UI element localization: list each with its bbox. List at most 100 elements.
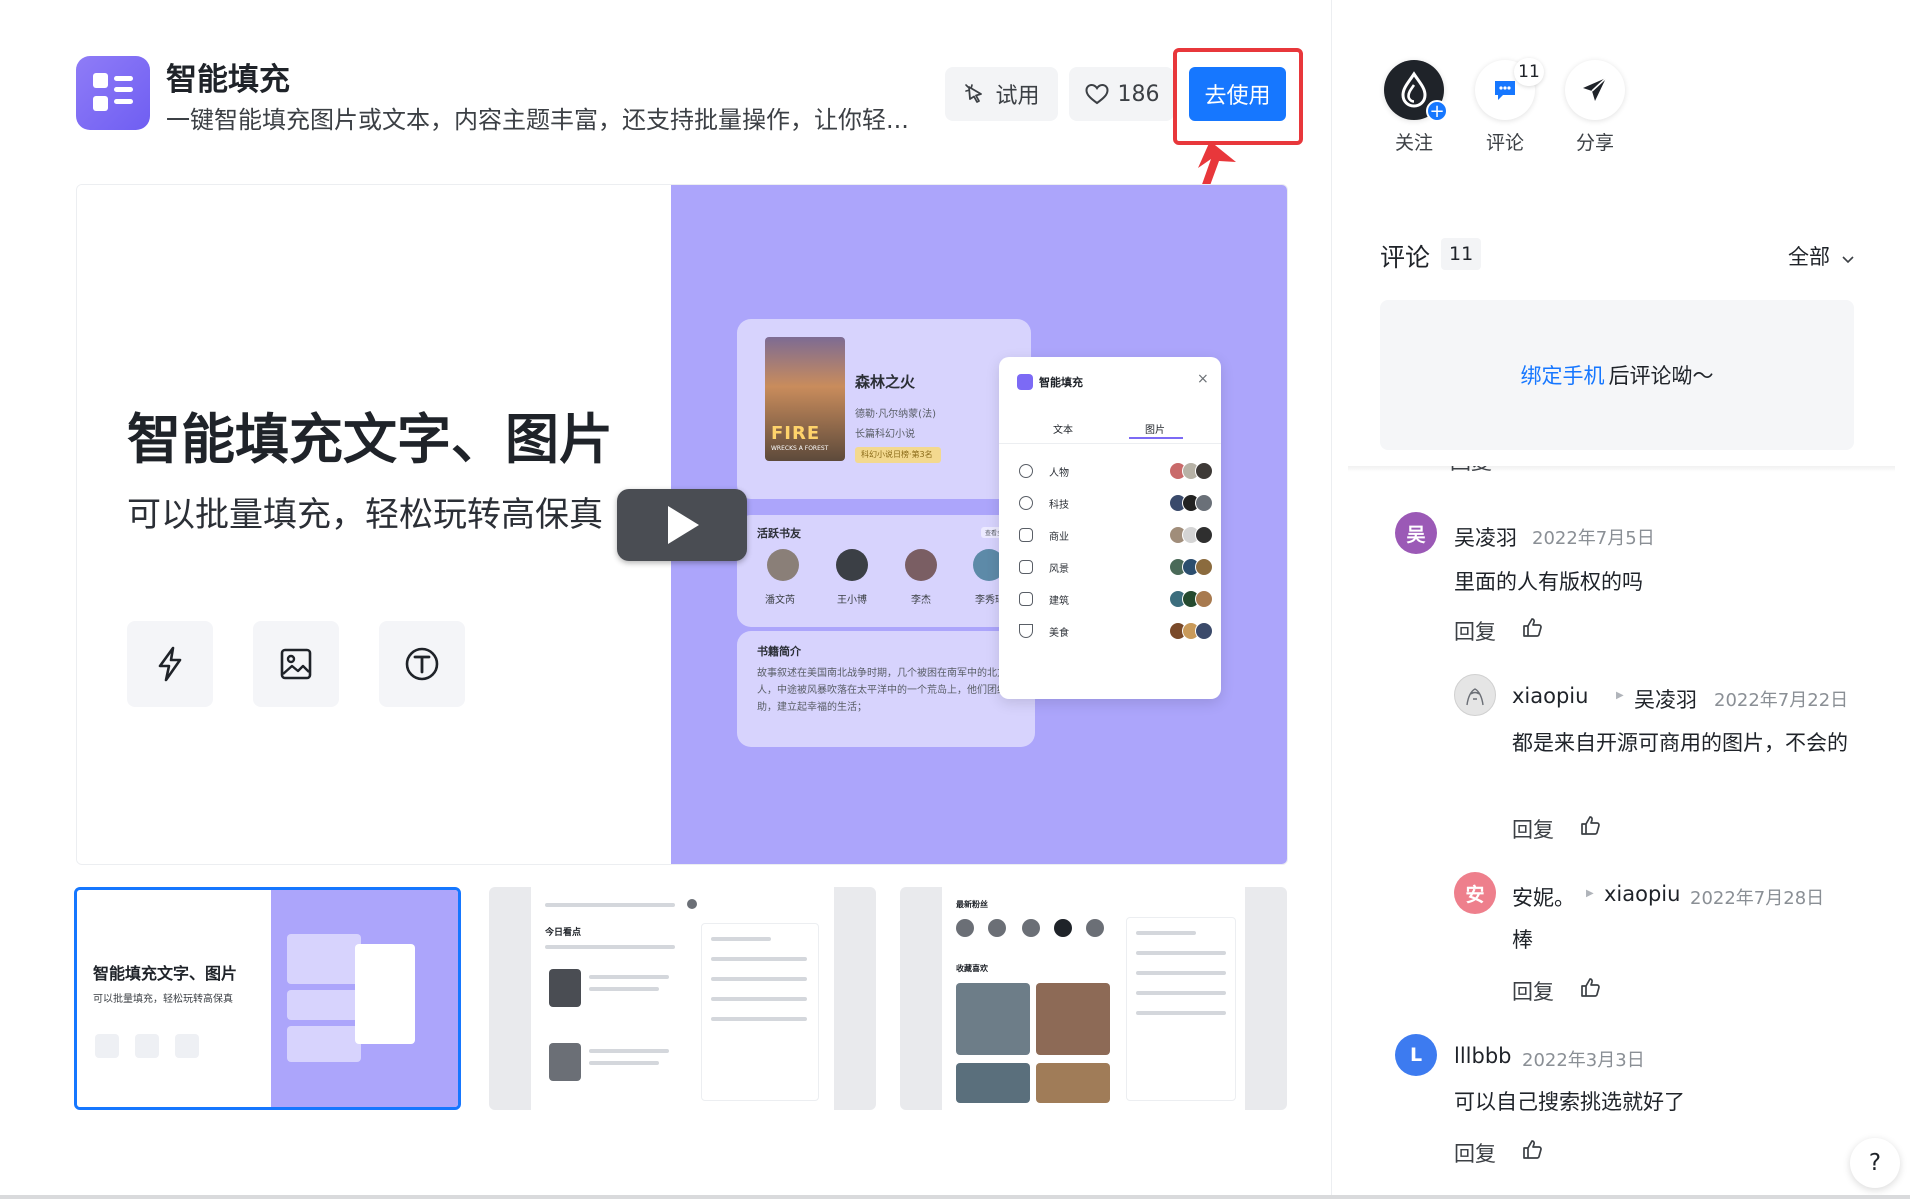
avatar[interactable] [1454, 674, 1496, 716]
building-icon [1019, 528, 1033, 542]
reader-avatar [905, 549, 937, 581]
comments-filter-dropdown[interactable]: 全部 [1788, 241, 1855, 271]
sample-avatars [1169, 494, 1219, 512]
bank-icon [1019, 592, 1033, 606]
panel-row-label: 人物 [1049, 468, 1069, 479]
avatar[interactable]: 安 [1454, 872, 1496, 914]
thumbnail-1-mockup [271, 890, 458, 1107]
person-icon [1019, 464, 1033, 478]
book-title: 森林之火 [855, 373, 916, 391]
try-button-label: 试用 [995, 84, 1040, 109]
try-button[interactable]: 试用 [945, 67, 1058, 121]
panel-row-scenery: 风景 [1019, 557, 1213, 577]
book-genre: 长篇科幻小说 [855, 429, 915, 440]
comment-label: 评论 [1485, 132, 1524, 154]
panel-row-architecture: 建筑 [1019, 589, 1213, 609]
comment-author[interactable]: 吴凌羽 [1454, 522, 1517, 552]
reader-name: 潘文芮 [765, 595, 795, 606]
use-button[interactable]: 去使用 [1189, 67, 1286, 121]
reply-link[interactable]: 回复 [1512, 976, 1554, 1006]
hero-headline: 智能填充文字、图片 [127, 408, 613, 471]
panel-logo-icon [1017, 374, 1033, 390]
reply-link[interactable]: 回复 [1512, 814, 1554, 844]
play-button[interactable] [617, 489, 747, 561]
hero-text-area: 智能填充文字、图片 可以批量填充，轻松玩转高保真 [77, 185, 671, 864]
panel-row-tech: 科技 [1019, 493, 1213, 513]
comment-author[interactable]: lllbbb [1454, 1044, 1512, 1068]
reply-to-user[interactable]: xiaopiu [1604, 882, 1680, 906]
sample-avatars [1169, 462, 1219, 480]
follow-label: 关注 [1394, 132, 1433, 154]
sample-avatars [1169, 590, 1219, 608]
reader-avatar [767, 549, 799, 581]
smart-fill-panel: 智能填充 × 文本 图片 人物 科技 商业 风景 建筑 美食 [999, 357, 1221, 699]
comments-thread[interactable]: 回复 吴 吴凌羽 2022年7月5日 里面的人有版权的吗 回复 xiaopiu … [1332, 466, 1910, 1199]
avatar[interactable]: L [1395, 1034, 1437, 1076]
panel-tab-image: 图片 [1145, 425, 1165, 436]
panel-row-business: 商业 [1019, 525, 1213, 545]
thumbnail-3-top-section: 最新粉丝 [956, 900, 988, 909]
like-count: 186 [1117, 81, 1160, 107]
comment-date: 2022年7月22日 [1714, 690, 1849, 711]
book-cover-subtitle: WRECKS A FOREST [771, 445, 829, 452]
feature-lightning-tile [127, 621, 213, 707]
image-icon [280, 648, 312, 680]
book-author: 德勒·凡尔纳蒙(法) [855, 409, 936, 420]
panel-divider [999, 443, 1221, 444]
reply-link[interactable]: 回复 [1454, 616, 1496, 646]
bind-phone-link[interactable]: 绑定手机 [1521, 360, 1605, 390]
feature-text-tile [379, 621, 465, 707]
thumbnail-2[interactable]: 今日看点 [489, 887, 876, 1110]
help-button[interactable]: ? [1850, 1138, 1900, 1188]
chat-bubble-icon [1495, 81, 1515, 100]
panel-row-label: 美食 [1049, 628, 1069, 639]
hero-subline: 可以批量填充，轻松玩转高保真 [127, 495, 603, 535]
truncated-reply-link[interactable]: 回复 [1450, 466, 1492, 476]
book-cover: FIRE WRECKS A FOREST [765, 337, 845, 461]
thumbnail-3[interactable]: 最新粉丝 收藏喜欢 [900, 887, 1287, 1110]
feature-image-tile [253, 621, 339, 707]
thumbnail-1[interactable]: 智能填充文字、图片 可以批量填充，轻松玩转高保真 [74, 887, 461, 1110]
comments-count: 11 [1441, 238, 1482, 270]
preview-hero[interactable]: 智能填充文字、图片 可以批量填充，轻松玩转高保真 FIRE WRECKS A F… [76, 184, 1288, 865]
app-title: 智能填充 [166, 62, 290, 98]
book-intro-text: 故事叙述在美国南北战争时期，几个被困在南军中的北方人，中途被风暴吹落在太平洋中的… [757, 668, 1017, 713]
comment-author[interactable]: xiaopiu [1512, 684, 1588, 708]
thumbs-up-icon[interactable] [1520, 1138, 1544, 1162]
reader-name: 李杰 [911, 595, 931, 606]
cursor-click-icon [965, 84, 983, 103]
close-icon: × [1197, 371, 1209, 387]
thumbs-up-icon[interactable] [1578, 976, 1602, 1000]
share-button[interactable] [1565, 60, 1625, 120]
panel-title: 智能填充 [1039, 376, 1083, 389]
thumbs-up-icon[interactable] [1578, 814, 1602, 838]
comment-text: 棒 [1512, 928, 1533, 952]
book-card: FIRE WRECKS A FOREST 森林之火 德勒·凡尔纳蒙(法) 长篇科… [737, 319, 1031, 499]
panel-row-label: 商业 [1049, 532, 1069, 543]
thumbs-up-icon[interactable] [1520, 616, 1544, 640]
bind-phone-prompt: 绑定手机 后评论呦～ [1380, 300, 1854, 450]
comment-date: 2022年7月28日 [1690, 888, 1825, 909]
book-cover-title: FIRE [771, 423, 821, 444]
book-intro-title: 书籍简介 [757, 645, 801, 658]
author-logo-icon [1401, 71, 1427, 108]
book-rank-tag: 科幻小说日榜·第3名 [855, 447, 941, 463]
reply-to-user[interactable]: 吴凌羽 [1634, 684, 1697, 714]
bowl-icon [1019, 624, 1033, 638]
comment-author[interactable]: 安妮。 [1512, 882, 1575, 912]
thumbnail-1-subtitle: 可以批量填充，轻松玩转高保真 [93, 994, 233, 1005]
panel-tab-text: 文本 [1053, 425, 1073, 436]
app-logo-icon [76, 56, 150, 130]
follow-plus-icon[interactable]: + [1426, 100, 1448, 122]
reply-link[interactable]: 回复 [1454, 1138, 1496, 1168]
sample-avatars [1169, 526, 1219, 544]
text-t-icon [405, 647, 439, 681]
bottom-border [0, 1195, 1910, 1199]
reader-name: 王小博 [837, 595, 867, 606]
like-button[interactable]: 186 [1069, 67, 1174, 121]
comment-text: 都是来自开源可商用的图片，不会的 [1512, 731, 1848, 755]
thumbnail-3-mid-section: 收藏喜欢 [956, 964, 988, 973]
comment-text: 可以自己搜索挑选就好了 [1454, 1090, 1685, 1114]
bind-phone-text: 后评论呦～ [1608, 364, 1714, 388]
avatar[interactable]: 吴 [1395, 512, 1437, 554]
